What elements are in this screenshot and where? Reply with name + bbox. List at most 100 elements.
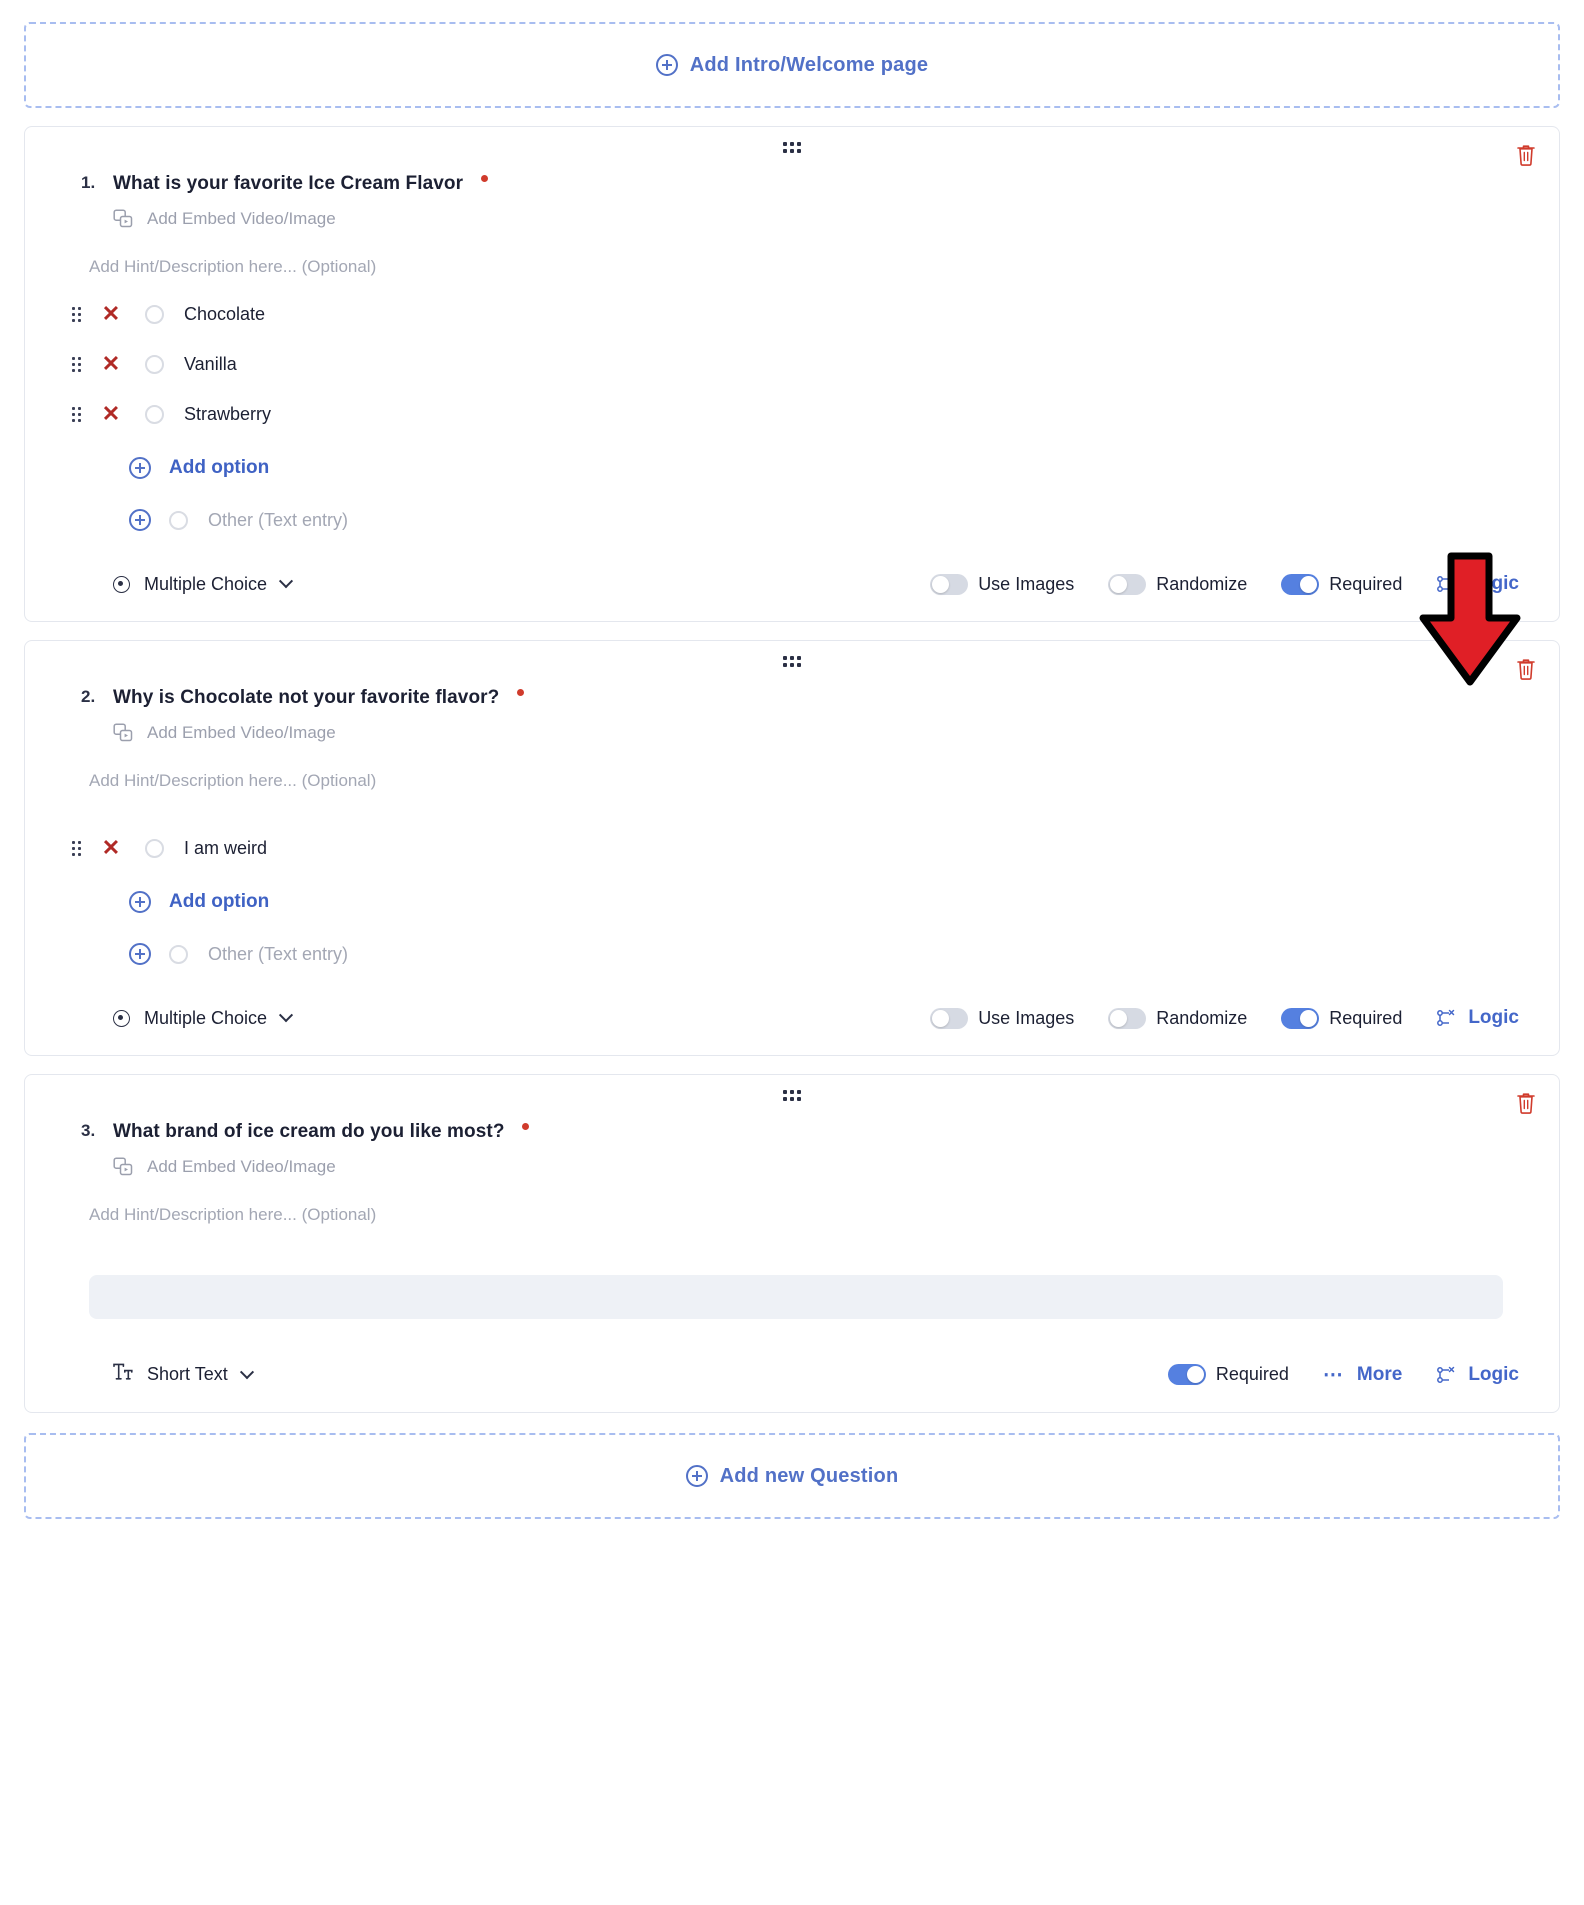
drag-handle-icon — [783, 655, 801, 667]
randomize-toggle-group[interactable]: Randomize — [1108, 1007, 1248, 1029]
randomize-toggle-group[interactable]: Randomize — [1108, 573, 1247, 595]
question-title-text: Why is Chocolate not your favorite flavo… — [113, 687, 500, 708]
question-toolbar: Multiple Choice Use Images Randomize Req… — [53, 1007, 1531, 1029]
question-header: 2. Why is Chocolate not your favorite fl… — [53, 687, 1531, 709]
use-images-toggle-group[interactable]: Use Images — [930, 1007, 1074, 1029]
add-new-question-label: Add new Question — [719, 1464, 899, 1487]
other-option-label: Other (Text entry) — [208, 509, 349, 530]
hint-description-placeholder: Add Hint/Description here... (Optional) — [89, 257, 377, 276]
use-images-toggle[interactable] — [930, 573, 969, 595]
use-images-toggle[interactable] — [930, 1007, 969, 1029]
remove-option-button[interactable]: ✕ — [89, 837, 133, 859]
question-type-selector[interactable]: Multiple Choice — [113, 1007, 294, 1029]
required-label: Required — [1215, 1364, 1289, 1384]
hint-description-input[interactable]: Add Hint/Description here... (Optional) — [53, 1205, 1531, 1225]
add-embed-media-button[interactable]: Add Embed Video/Image — [53, 723, 1531, 743]
card-drag-handle[interactable] — [53, 1075, 1531, 1103]
logic-label: Logic — [1468, 573, 1519, 594]
question-number: 1. — [81, 173, 96, 192]
question-title[interactable]: What brand of ice cream do you like most… — [113, 1121, 529, 1143]
remove-option-button[interactable]: ✕ — [89, 353, 133, 375]
option-drag-handle[interactable] — [63, 840, 89, 856]
plus-circle-icon — [129, 943, 151, 965]
add-intro-page-button[interactable]: Add Intro/Welcome page — [24, 22, 1560, 108]
question-type-label: Multiple Choice — [144, 1007, 268, 1028]
delete-question-button[interactable] — [1515, 657, 1537, 681]
randomize-toggle[interactable] — [1108, 573, 1147, 595]
add-option-label: Add option — [169, 891, 270, 912]
drag-handle-icon — [71, 406, 81, 422]
required-marker-dot — [516, 688, 524, 696]
option-drag-handle[interactable] — [63, 356, 89, 372]
add-option-button[interactable]: Add option — [53, 457, 1531, 479]
add-new-question-button[interactable]: Add new Question — [24, 1433, 1560, 1519]
other-option-radio — [169, 510, 188, 530]
option-radio[interactable] — [145, 838, 164, 858]
question-title[interactable]: What is your favorite Ice Cream Flavor — [113, 173, 488, 195]
drag-handle-icon — [783, 141, 801, 153]
add-option-button[interactable]: Add option — [53, 891, 1531, 913]
option-radio[interactable] — [145, 304, 164, 324]
option-label[interactable]: Vanilla — [184, 354, 237, 375]
drag-handle-icon — [783, 1089, 801, 1101]
chevron-down-icon — [278, 1008, 294, 1023]
question-type-selector[interactable]: Multiple Choice — [113, 574, 294, 595]
hint-description-input[interactable]: Add Hint/Description here... (Optional) — [53, 257, 1531, 277]
add-embed-media-button[interactable]: Add Embed Video/Image — [53, 1157, 1531, 1177]
required-toggle-group[interactable]: Required — [1281, 1007, 1403, 1029]
use-images-toggle-group[interactable]: Use Images — [930, 573, 1074, 595]
form-builder-page: Add Intro/Welcome page 1. What is your f… — [0, 0, 1584, 1905]
required-marker-dot — [521, 1122, 529, 1130]
randomize-toggle[interactable] — [1108, 1007, 1147, 1029]
hint-description-placeholder: Add Hint/Description here... (Optional) — [89, 771, 377, 790]
required-toggle[interactable] — [1281, 1007, 1320, 1029]
option-label[interactable]: I am weird — [184, 838, 267, 859]
delete-question-button[interactable] — [1515, 143, 1537, 167]
required-toggle[interactable] — [1167, 1364, 1206, 1385]
toolbar-right-group: Use Images Randomize Required Logic — [930, 573, 1519, 595]
radio-button-icon — [113, 575, 130, 593]
more-button[interactable]: ⋯ More — [1323, 1364, 1402, 1386]
question-type-selector[interactable]: Short Text — [113, 1363, 254, 1386]
option-radio[interactable] — [145, 404, 164, 424]
remove-option-button[interactable]: ✕ — [89, 303, 133, 325]
add-embed-media-label: Add Embed Video/Image — [147, 723, 336, 742]
required-toggle[interactable] — [1281, 573, 1320, 595]
option-label[interactable]: Chocolate — [184, 304, 265, 325]
logic-branch-icon — [1437, 1009, 1455, 1026]
option-label[interactable]: Strawberry — [184, 404, 271, 425]
trash-icon — [1517, 145, 1535, 166]
question-toolbar: Multiple Choice Use Images Randomize Req… — [53, 573, 1531, 595]
required-toggle-group[interactable]: Required — [1281, 573, 1402, 595]
option-radio[interactable] — [145, 354, 164, 374]
add-other-option-button[interactable]: Other (Text entry) — [53, 943, 1531, 965]
required-label: Required — [1329, 1007, 1403, 1028]
trash-icon — [1517, 1093, 1535, 1114]
option-drag-handle[interactable] — [63, 306, 89, 322]
card-drag-handle[interactable] — [53, 127, 1531, 155]
randomize-label: Randomize — [1156, 1007, 1248, 1028]
add-other-option-button[interactable]: Other (Text entry) — [53, 509, 1531, 531]
hint-description-input[interactable]: Add Hint/Description here... (Optional) — [53, 771, 1531, 791]
required-marker-dot — [480, 174, 488, 182]
other-option-label: Other (Text entry) — [208, 943, 349, 964]
question-number: 3. — [81, 1121, 96, 1140]
add-embed-media-label: Add Embed Video/Image — [147, 209, 336, 228]
add-embed-media-button[interactable]: Add Embed Video/Image — [53, 209, 1531, 229]
remove-option-button[interactable]: ✕ — [89, 403, 133, 425]
card-drag-handle[interactable] — [53, 641, 1531, 669]
add-option-label: Add option — [169, 457, 270, 478]
logic-button[interactable]: Logic — [1436, 573, 1519, 595]
logic-button[interactable]: Logic — [1436, 1007, 1519, 1029]
trash-icon — [1517, 659, 1535, 680]
add-intro-page-inner: Add Intro/Welcome page — [655, 54, 929, 77]
delete-question-button[interactable] — [1515, 1091, 1537, 1115]
drag-handle-icon — [71, 356, 81, 372]
logic-button[interactable]: Logic — [1436, 1364, 1519, 1386]
short-text-answer-field[interactable] — [89, 1275, 1503, 1319]
required-toggle-group[interactable]: Required — [1167, 1364, 1289, 1385]
toolbar-right-group: Required ⋯ More Logic — [1167, 1364, 1519, 1386]
question-title[interactable]: Why is Chocolate not your favorite flavo… — [113, 687, 524, 709]
option-drag-handle[interactable] — [63, 406, 89, 422]
drag-handle-icon — [71, 840, 81, 856]
